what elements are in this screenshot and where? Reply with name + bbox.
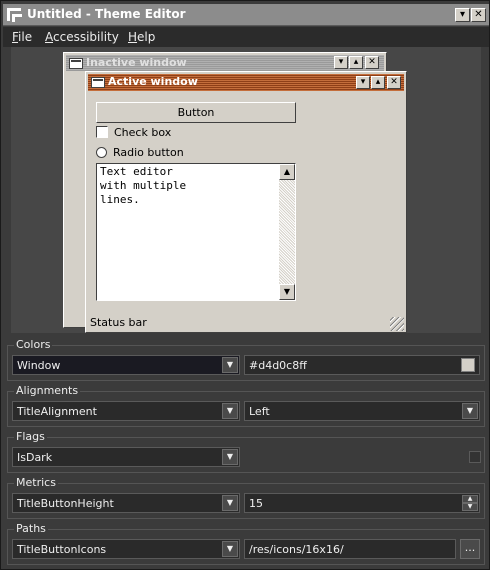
active-window-title: Active window: [108, 75, 198, 88]
browse-button[interactable]: ...: [460, 539, 480, 559]
checkbox-label: Check box: [114, 126, 172, 139]
menu-accessibility[interactable]: Accessibility: [45, 30, 119, 44]
vertical-scrollbar[interactable]: ▲ ▼: [279, 164, 295, 300]
radio-circle[interactable]: [96, 147, 107, 158]
inactive-minimize-icon: ▾: [334, 56, 348, 69]
flag-role-select[interactable]: IsDark ▼: [12, 447, 240, 467]
paths-section-title: Paths: [14, 522, 48, 535]
scroll-up-arrow-icon[interactable]: ▲: [279, 164, 295, 180]
path-value-input[interactable]: /res/icons/16x16/: [244, 539, 456, 559]
close-button[interactable]: ✕: [471, 8, 486, 22]
minimize-button[interactable]: ▾: [455, 8, 470, 22]
alignments-section-title: Alignments: [14, 384, 81, 397]
active-title-bar: Active window ▾ ▴ ✕: [88, 74, 404, 91]
preview-status-bar: Status bar: [88, 315, 404, 331]
resize-grip-icon[interactable]: [390, 317, 404, 331]
spin-down-icon[interactable]: ▼: [462, 503, 478, 511]
theme-editor-window: Untitled - Theme Editor ▾ ✕ File Accessi…: [0, 0, 490, 570]
text-editor-content[interactable]: Text editor with multiple lines.: [100, 165, 186, 207]
chevron-down-icon[interactable]: ▼: [462, 403, 478, 419]
color-swatch[interactable]: [461, 358, 475, 372]
alignment-value-select[interactable]: Left ▼: [244, 401, 480, 421]
chevron-down-icon[interactable]: ▼: [222, 495, 238, 511]
inactive-maximize-icon: ▴: [349, 56, 363, 69]
spin-buttons[interactable]: ▲ ▼: [462, 495, 478, 511]
metric-role-select[interactable]: TitleButtonHeight ▼: [12, 493, 240, 513]
path-value-text[interactable]: /res/icons/16x16/: [249, 543, 344, 556]
checkbox-box[interactable]: [96, 126, 108, 138]
window-icon: [69, 58, 83, 69]
chevron-down-icon[interactable]: ▼: [222, 449, 238, 465]
active-close-icon: ✕: [387, 76, 401, 89]
active-minimize-icon: ▾: [356, 76, 370, 89]
color-role-value: Window: [17, 359, 61, 372]
preview-text-editor[interactable]: Text editor with multiple lines. ▲ ▼: [96, 163, 296, 301]
preview-button[interactable]: Button: [96, 102, 296, 123]
spin-up-icon[interactable]: ▲: [462, 495, 478, 503]
flag-checkbox[interactable]: [469, 451, 481, 463]
flags-section-title: Flags: [14, 430, 47, 443]
chevron-down-icon[interactable]: ▼: [222, 403, 238, 419]
alignments-section: Alignments TitleAlignment ▼ Left ▼: [7, 384, 485, 427]
color-role-select[interactable]: Window ▼: [12, 355, 240, 375]
menu-help[interactable]: Help: [128, 30, 155, 44]
metric-value-spinbox[interactable]: 15 ▲ ▼: [244, 493, 480, 513]
colors-section: Colors Window ▼ #d4d0c8ff: [7, 338, 485, 381]
colors-section-title: Colors: [14, 338, 53, 351]
color-value-text[interactable]: #d4d0c8ff: [249, 359, 307, 372]
scroll-down-arrow-icon[interactable]: ▼: [279, 284, 295, 300]
metric-role-value: TitleButtonHeight: [17, 497, 114, 510]
metrics-section-title: Metrics: [14, 476, 58, 489]
metric-value-text[interactable]: 15: [249, 497, 263, 510]
status-bar-text: Status bar: [90, 316, 147, 329]
preview-radio[interactable]: Radio button: [96, 146, 184, 159]
path-role-select[interactable]: TitleButtonIcons ▼: [12, 539, 240, 559]
alignment-role-value: TitleAlignment: [17, 405, 97, 418]
inactive-close-icon: ✕: [365, 56, 379, 69]
inactive-title-bar: Inactive window ▾ ▴ ✕: [66, 55, 384, 71]
paths-section: Paths TitleButtonIcons ▼ /res/icons/16x1…: [7, 522, 485, 565]
active-maximize-icon: ▴: [371, 76, 385, 89]
window-title: Untitled - Theme Editor: [27, 7, 186, 21]
title-bar[interactable]: Untitled - Theme Editor ▾ ✕: [3, 4, 489, 26]
flags-section: Flags IsDark ▼: [7, 430, 485, 473]
chevron-down-icon[interactable]: ▼: [222, 541, 238, 557]
color-value-input[interactable]: #d4d0c8ff: [244, 355, 480, 375]
inactive-window-title: Inactive window: [86, 56, 187, 69]
alignment-value-text: Left: [249, 405, 270, 418]
path-role-value: TitleButtonIcons: [17, 543, 107, 556]
alignment-role-select[interactable]: TitleAlignment ▼: [12, 401, 240, 421]
flag-role-value: IsDark: [17, 451, 53, 464]
chevron-down-icon[interactable]: ▼: [222, 357, 238, 373]
menu-bar: File Accessibility Help: [3, 27, 489, 47]
preview-checkbox[interactable]: Check box: [96, 126, 171, 139]
app-icon: [7, 8, 22, 22]
metrics-section: Metrics TitleButtonHeight ▼ 15 ▲ ▼: [7, 476, 485, 519]
radio-label: Radio button: [113, 146, 184, 159]
window-icon: [91, 77, 105, 88]
active-window-preview: Active window ▾ ▴ ✕ Button Check box Rad…: [85, 71, 407, 333]
menu-file[interactable]: File: [12, 30, 32, 44]
